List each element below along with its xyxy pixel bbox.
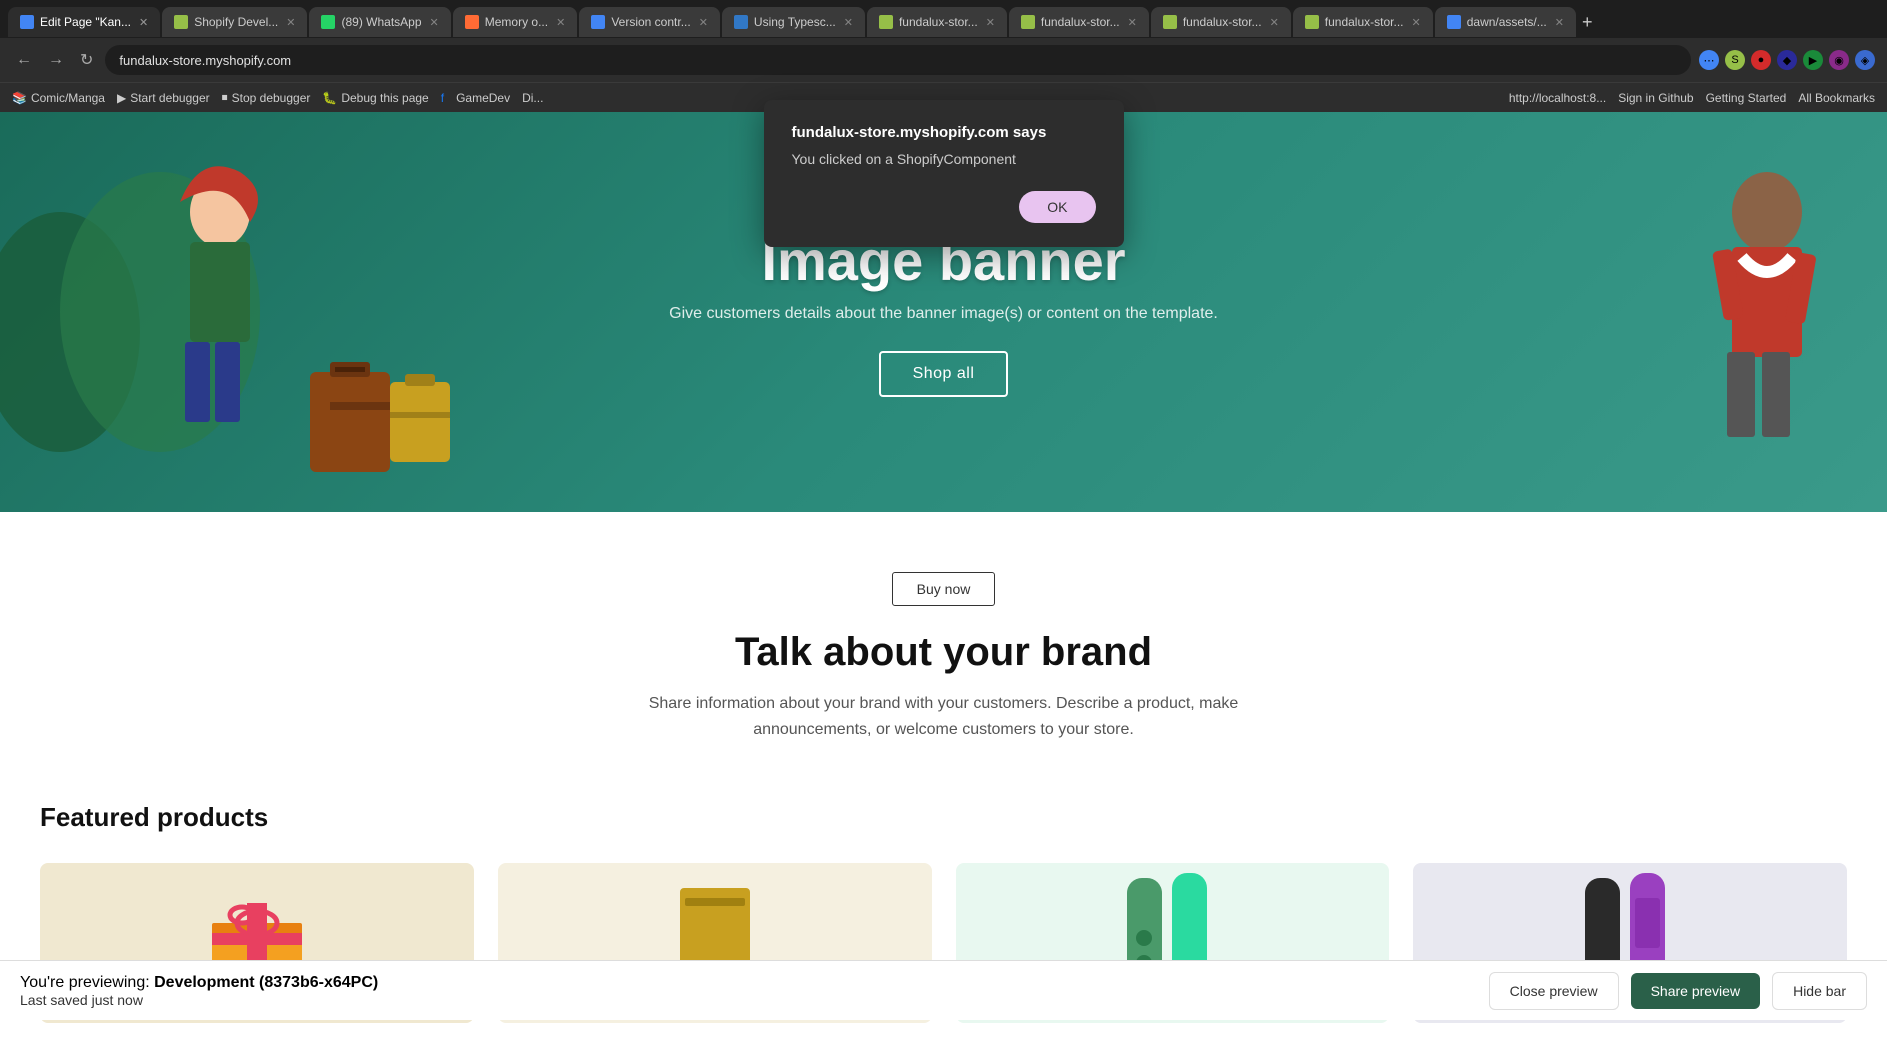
dialog-message: You clicked on a ShopifyComponent: [792, 151, 1096, 167]
dialog-box: fundalux-store.myshopify.com says You cl…: [764, 100, 1124, 247]
dialog-actions: OK: [792, 191, 1096, 223]
dialog-title: fundalux-store.myshopify.com says: [792, 124, 1096, 141]
dialog-ok-button[interactable]: OK: [1019, 191, 1095, 223]
dialog-overlay: fundalux-store.myshopify.com says You cl…: [0, 0, 1887, 1020]
